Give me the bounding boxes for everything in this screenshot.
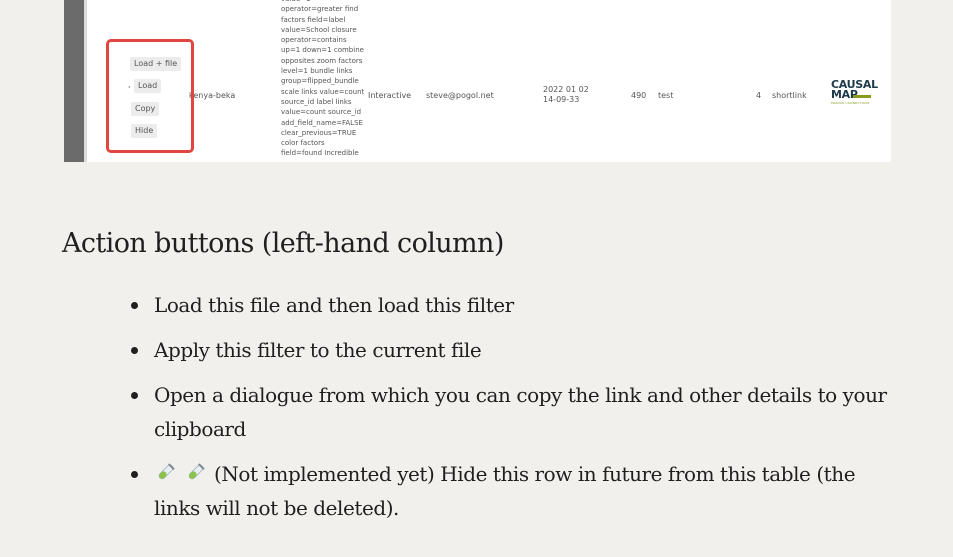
- list-item-text: Load this file and then load this filter: [154, 293, 514, 317]
- screenshot-divider: [84, 0, 87, 162]
- embedded-screenshot: Load + file , Load Copy Hide kenya-beka …: [64, 0, 891, 162]
- email-cell: steve@pogol.net: [426, 91, 494, 100]
- list-item: Open a dialogue from which you can copy …: [128, 378, 898, 446]
- label-cell: test: [658, 91, 674, 100]
- shortlink-cell[interactable]: shortlink: [772, 91, 807, 101]
- causal-map-logo: CAUSAL MAP MAKING CONNECTIONS: [831, 79, 878, 105]
- filter-line: value=School closure: [281, 25, 357, 34]
- file-name-cell: kenya-beka: [189, 91, 236, 100]
- filter-line: color factors: [281, 139, 325, 148]
- logo-tagline: MAKING CONNECTIONS: [831, 101, 870, 105]
- filter-line: source_id label links: [281, 97, 352, 106]
- action-list: Load this file and then load this filter…: [128, 288, 898, 536]
- logo-accent: [853, 95, 871, 98]
- filter-line: operator=contains: [281, 36, 347, 45]
- filter-line: group=flipped_bundle: [281, 77, 359, 86]
- list-item-text: (Not implemented yet) Hide this row in f…: [154, 462, 856, 520]
- test-tube-icon: [158, 463, 175, 480]
- type-cell: Interactive: [368, 91, 412, 100]
- bullet-dot: [131, 471, 138, 478]
- list-item: Load this file and then load this filter: [128, 288, 898, 322]
- list-item-text: Apply this filter to the current file: [154, 338, 482, 362]
- filter-line: operator=greater find: [281, 5, 359, 14]
- test-tube-icon: [188, 463, 205, 480]
- filter-line: level=1 bundle links: [281, 67, 353, 76]
- list-item: (Not implemented yet) Hide this row in f…: [128, 457, 898, 525]
- action-buttons-highlight: [106, 39, 194, 153]
- list-item-text: Open a dialogue from which you can copy …: [154, 383, 887, 441]
- list-item: Apply this filter to the current file: [128, 333, 898, 367]
- filter-line: value=count source_id: [281, 108, 362, 117]
- bullet-dot: [131, 302, 138, 309]
- filter-line: opposites zoom factors: [281, 56, 363, 65]
- filter-line: up=1 down=1 combine: [281, 46, 364, 55]
- bullet-dot: [131, 347, 138, 354]
- filter-line: clear_previous=TRUE: [281, 128, 357, 137]
- number-cell: 4: [756, 91, 762, 100]
- screenshot-side-bar: [64, 0, 84, 162]
- count-cell: 490: [631, 91, 647, 100]
- section-heading: Action buttons (left-hand column): [62, 228, 504, 259]
- filter-text-cell: value=1operator=greater findfactors fiel…: [281, 0, 365, 159]
- filter-line: add_field_name=FALSE: [281, 118, 363, 127]
- bullet-dot: [131, 392, 138, 399]
- filter-line: scale links value=count: [281, 87, 365, 96]
- filter-line: field=found Incredible: [281, 149, 359, 158]
- date-cell: 2022 01 02 14-09-33: [543, 85, 589, 104]
- filter-line: factors field=label: [281, 15, 346, 24]
